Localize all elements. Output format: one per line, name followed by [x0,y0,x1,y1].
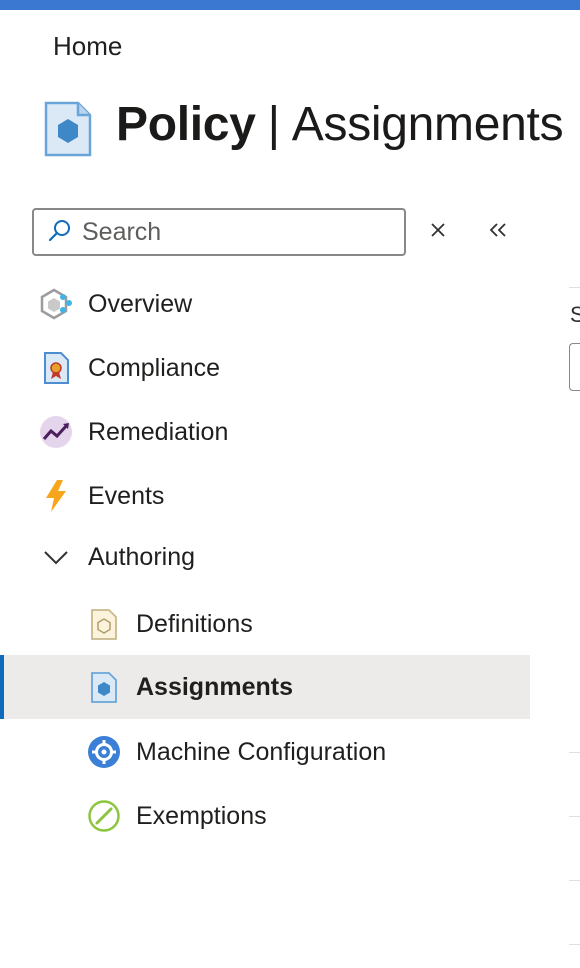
page-header: Policy | Assignments [42,88,564,160]
page-title-separator: | [267,97,280,151]
right-panel-divider [569,880,580,881]
right-panel-divider [569,287,580,288]
sidebar-item-label: Remediation [88,417,229,446]
right-panel-divider [569,816,580,817]
sidebar-item-overview[interactable]: Overview [0,272,530,336]
sidebar-item-label: Events [88,481,165,510]
double-chevron-left-icon [487,221,509,244]
sidebar-item-compliance[interactable]: Compliance [0,336,530,400]
chevron-down-icon [39,540,73,574]
sidebar-item-assignments[interactable]: Assignments [0,655,530,719]
right-panel-divider [569,752,580,753]
page-title: Policy | Assignments [116,97,564,152]
machine-configuration-icon [87,735,121,769]
overview-icon [39,287,73,321]
collapse-sidebar-button[interactable] [483,218,513,246]
compliance-icon [39,351,73,385]
sidebar-group-authoring[interactable]: Authoring [0,525,530,589]
page-title-rest: Assignments [291,97,564,151]
search-box[interactable] [32,208,406,256]
sidebar-item-definitions[interactable]: Definitions [0,592,530,656]
clear-search-button[interactable] [424,218,452,246]
right-panel-divider [569,944,580,945]
sidebar-item-machine-configuration[interactable]: Machine Configuration [0,720,530,784]
sidebar-item-label: Authoring [88,542,196,571]
sidebar-item-label: Definitions [136,609,253,638]
sidebar-item-label: Compliance [88,353,221,382]
sidebar-item-label: Overview [88,289,193,318]
policy-assignment-icon [42,89,94,159]
sidebar-item-remediation[interactable]: Remediation [0,400,530,464]
exemptions-icon [87,799,121,833]
search-input[interactable] [82,217,382,247]
assignments-icon [87,670,121,704]
remediation-icon [39,415,73,449]
sidebar-item-events[interactable]: Events [0,464,530,528]
sidebar-item-exemptions[interactable]: Exemptions [0,784,530,848]
top-accent-bar [0,0,580,10]
events-lightning-icon [39,479,73,513]
close-icon [429,221,447,244]
definitions-icon [87,607,121,641]
right-panel-partial-label: S [570,302,580,327]
right-panel-partial-field[interactable] [569,343,580,391]
breadcrumb-home[interactable]: Home [53,31,122,62]
page-title-bold: Policy [116,97,256,151]
search-icon [34,218,82,247]
sidebar-item-label: Assignments [136,672,293,701]
sidebar-item-label: Machine Configuration [136,737,387,766]
sidebar-item-label: Exemptions [136,801,267,830]
